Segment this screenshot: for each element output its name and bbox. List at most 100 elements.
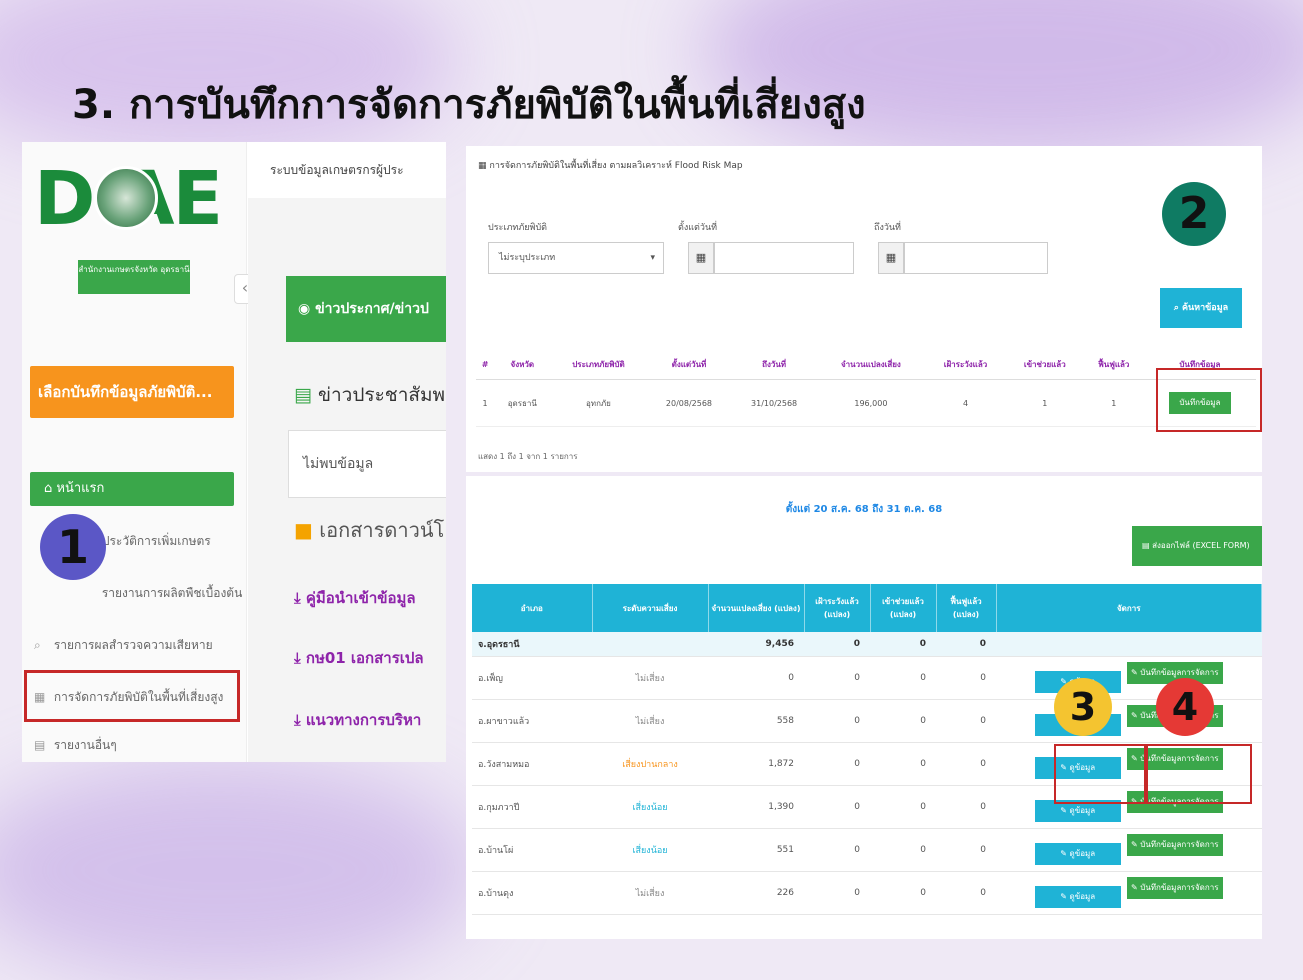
column-header[interactable]: ตั้งแต่วันที่ [646,346,732,380]
column-header: อำเภอ [472,584,593,632]
risk-level: ไม่เสี่ยง [592,656,708,700]
table-cell: 0 [870,785,936,829]
search-button[interactable]: ⌕ ค้นหาข้อมูล [1160,288,1242,328]
start-date-input[interactable] [714,242,854,274]
record-management-label: บันทึกข้อมูลการจัดการ [1140,668,1219,677]
record-management-label: บันทึกข้อมูลการจัดการ [1140,840,1219,849]
highlight-box [1156,368,1262,432]
view-data-label: ดูข้อมูล [1069,806,1096,815]
pencil-icon: ✎ [1130,711,1138,720]
page-title: ▦ การจัดการภัยพิบัติในพื้นที่เสี่ยง ตามผ… [478,158,743,172]
news-header-label: ข่าวประกาศ/ข่าวป [315,301,429,317]
sidebar-item-label: หน้าแรก [56,481,105,496]
search-button-label: ค้นหาข้อมูล [1182,303,1229,313]
office-badge: สำนักงานเกษตรจังหวัด อุดรธานี [78,260,190,294]
table-cell: 551 [708,828,804,872]
column-header: ระดับความเสี่ยง [592,584,709,632]
table-cell: อุทกภัย [550,379,647,427]
table-header-row: อำเภอ ระดับความเสี่ยง จำนวนแปลงเสี่ยง (แ… [472,584,1262,632]
download-link[interactable]: ⤓ แนวทางการบริหา [294,708,446,732]
download-link[interactable]: ⤓ คู่มือนำเข้าข้อมูล [294,586,446,610]
table-cell: อุดรธานี [494,379,551,427]
column-header[interactable]: # [476,346,495,380]
risk-level: ไม่เสี่ยง [592,871,708,915]
step-marker-4: 4 [1156,678,1214,736]
newspaper-icon: ▤ [294,384,318,406]
table-cell: 558 [708,699,804,743]
sidebar-item-damage-survey[interactable]: ⌕ รายการผลสำรวจความเสียหาย [34,630,239,660]
column-header: จำนวนแปลงเสี่ยง (แปลง) [708,584,805,632]
view-data-button[interactable]: ✎ ดูข้อมูล [1034,843,1121,865]
chevron-down-icon: ▾ [650,253,655,263]
table-cell: 0 [936,656,996,700]
table-cell: 0 [804,699,870,743]
folder-icon: ■ [294,518,320,542]
column-header[interactable]: ฟื้นฟูแล้ว [1083,346,1144,380]
sidebar: D AE สำนักงานเกษตรจังหวัด อุดรธานี เลือก… [22,142,247,762]
export-excel-button[interactable]: ▤ ส่งออกไฟล์ (EXCEL FORM) [1132,526,1262,566]
district-name: อ.ผาขาวแล้ว [472,699,592,743]
end-date-input[interactable] [904,242,1048,274]
column-header[interactable]: ถึงวันที่ [731,346,817,380]
table-cell: 0 [804,742,870,786]
table-cell: 196,000 [816,379,926,427]
column-header[interactable]: ประเภทภัยพิบัติ [550,346,647,380]
sidebar-item-label: รายงานการผลิตพืชเบื้องต้น [101,586,243,600]
doae-logo: D AE [34,156,239,256]
column-header[interactable]: เข้าช่วยแล้ว [1005,346,1084,380]
district-name: อ.กุมภวาปี [472,785,592,829]
download-docs-label: เอกสารดาวน์โ [319,518,445,542]
date-range-title: ตั้งแต่ 20 ส.ค. 68 ถึง 31 ต.ค. 68 [785,504,943,515]
district-name: อ.บ้านโผ่ [472,828,592,872]
edit-icon: ✎ [1060,806,1067,815]
sidebar-item-home[interactable]: ⌂ หน้าแรก [30,472,234,506]
pencil-icon: ✎ [1130,668,1138,677]
end-date-label: ถึงวันที่ [874,223,901,233]
column-header[interactable]: จังหวัด [494,346,551,380]
record-management-label: บันทึกข้อมูลการจัดการ [1140,883,1219,892]
page-title-label: การจัดการภัยพิบัติในพื้นที่เสี่ยง ตามผลว… [489,161,743,171]
step-marker-2: 2 [1162,182,1226,246]
action-cell: ✎ ดูข้อมูล✎ บันทึกข้อมูลการจัดการ [996,828,1262,872]
column-header[interactable]: จำนวนแปลงเสี่ยง [816,346,926,380]
sidebar-item-production-report[interactable]: รายงานการผลิตพืชเบื้องต้น [34,578,243,608]
table-header-row: # จังหวัด ประเภทภัยพิบัติ ตั้งแต่วันที่ … [476,346,1256,380]
table-cell: 1,390 [708,785,804,829]
action-cell: ✎ ดูข้อมูล✎ บันทึกข้อมูลการจัดการ [996,871,1262,915]
calendar-icon: ▦ [688,242,714,274]
table-cell: 31/10/2568 [731,379,817,427]
highlight-box [24,670,240,722]
news-header: ◉ ข่าวประกาศ/ข่าวป [286,276,446,342]
table-cell: 0 [936,699,996,743]
table-cell: 0 [936,742,996,786]
record-management-button[interactable]: ✎ บันทึกข้อมูลการจัดการ [1126,877,1223,899]
record-management-button[interactable]: ✎ บันทึกข้อมูลการจัดการ [1126,834,1223,856]
table-row: อ.บ้านดุง ไม่เสี่ยง 226 0 0 0 ✎ ดูข้อมูล✎ บันท… [472,871,1262,915]
table-row: อ.ผาขาวแล้วไม่เสี่ยง558000✎ ดูข้อมูล✎ บั… [472,699,1262,743]
table-cell [996,632,1262,657]
table-cell: 0 [870,656,936,700]
disaster-type-select[interactable]: ไม่ระบุประเภท ▾ [488,242,664,274]
table-cell: 9,456 [708,632,804,657]
table-cell: 1,872 [708,742,804,786]
view-data-button[interactable]: ✎ ดูข้อมูล [1034,886,1121,908]
download-link[interactable]: ⤓ กษ01 เอกสารเปล [294,646,446,670]
table-cell: 4 [925,379,1006,427]
table-cell: 0 [870,632,936,657]
table-cell: 0 [804,785,870,829]
district-name: อ.เพ็ญ [472,656,592,700]
table-cell: 0 [708,656,804,700]
column-header[interactable]: เฝ้าระวังแล้ว [925,346,1006,380]
table-cell: 0 [870,742,936,786]
seal-icon [94,166,158,230]
district-name: อ.วังสามหมอ [472,742,592,786]
risk-level: เสี่ยงปานกลาง [592,742,708,786]
select-disaster-record-button[interactable]: เลือกบันทึกข้อมูลภัยพิบัติ... [30,366,234,418]
download-link-label: คู่มือนำเข้าข้อมูล [305,589,416,607]
start-date-label: ตั้งแต่วันที่ [678,223,718,233]
sidebar-item-label: รายงานอื่นๆ [53,738,117,752]
table-row: อ.บ้านโผ่ เสี่ยงน้อย 551 0 0 0 ✎ ดูข้อมูล✎ บัน… [472,828,1262,872]
main-content: ระบบข้อมูลเกษตรกรผู้ประ ◉ ข่าวประกาศ/ข่า… [248,142,446,762]
download-icon: ⤓ [294,649,306,667]
sidebar-item-other-reports[interactable]: ▤ รายงานอื่นๆ [34,730,239,760]
